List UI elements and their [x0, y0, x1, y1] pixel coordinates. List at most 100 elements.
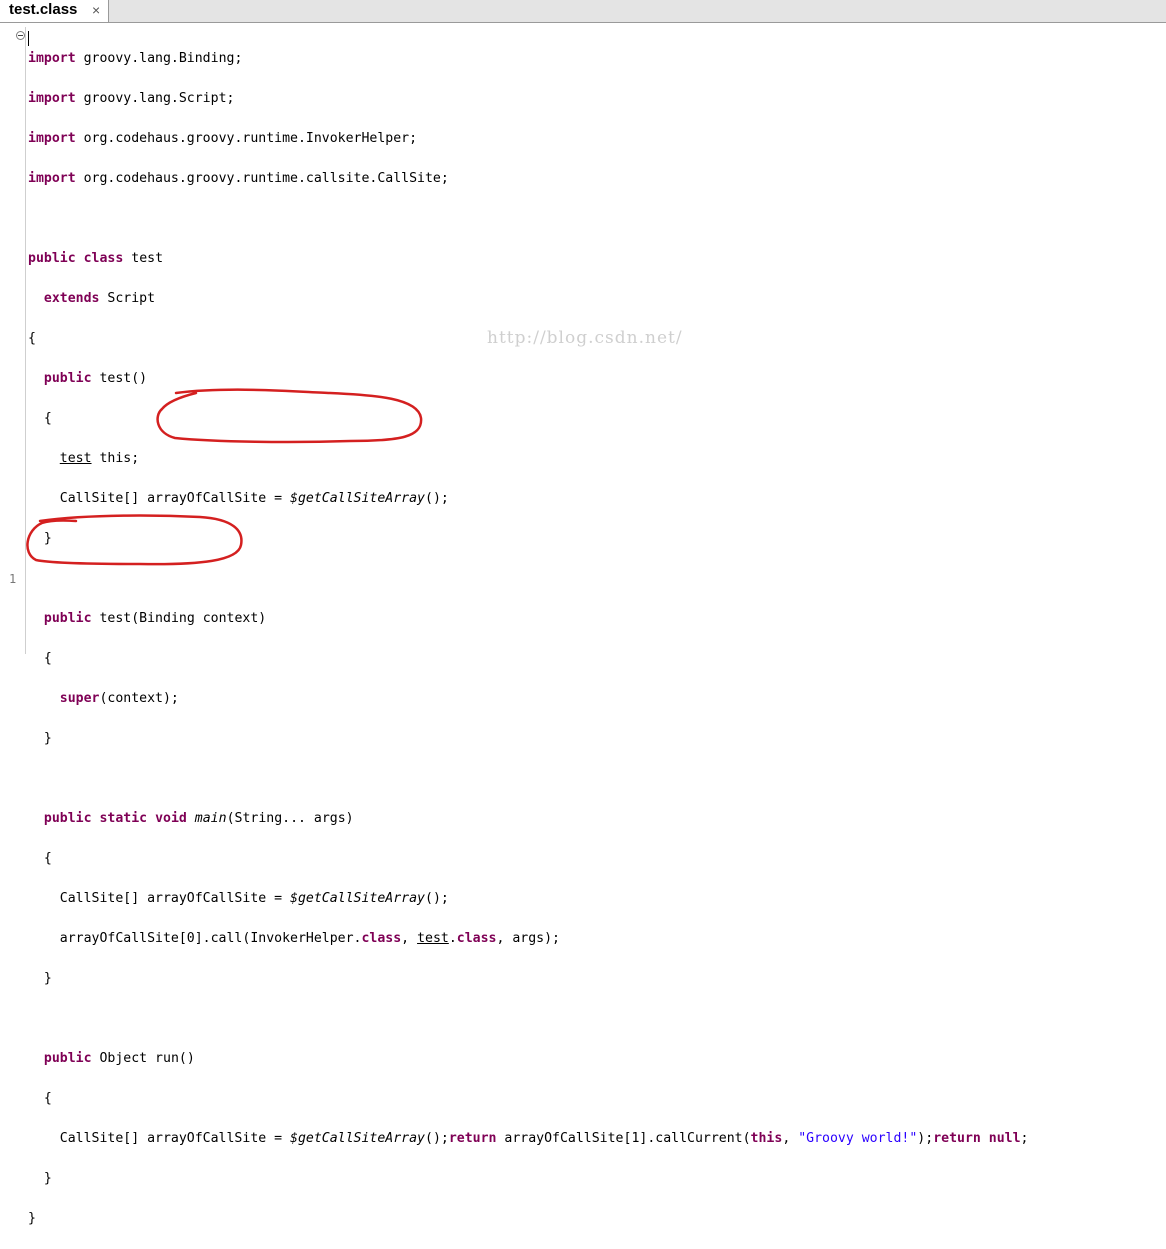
code-token: { — [43, 851, 52, 866]
code-line: public test(Binding context) — [28, 609, 1029, 629]
code-token: void — [155, 811, 187, 826]
code-editor[interactable]: import groovy.lang.Binding; import groov… — [28, 29, 1029, 1249]
code-token: (context); — [99, 691, 179, 706]
code-token: ; — [1020, 1131, 1029, 1146]
code-line: } — [28, 729, 1029, 749]
code-token: CallSite[] arrayOfCallSite = — [59, 1131, 291, 1146]
code-token: (String... args) — [226, 811, 354, 826]
code-token: Script — [107, 291, 156, 306]
editor-gutter — [25, 27, 26, 654]
code-line: } — [28, 529, 1029, 549]
code-token: $getCallSiteArray — [290, 891, 425, 906]
code-line: super(context); — [28, 689, 1029, 709]
code-line: arrayOfCallSite[0].call(InvokerHelper.cl… — [28, 929, 1029, 949]
code-token: ); — [917, 1131, 934, 1146]
code-line: { — [28, 329, 1029, 349]
code-token: this — [750, 1131, 783, 1146]
code-token: , — [401, 931, 418, 946]
code-token: groovy.lang.Binding; — [83, 51, 243, 66]
code-token: org.codehaus.groovy.runtime.InvokerHelpe… — [83, 131, 418, 146]
code-token: "Groovy world!" — [798, 1131, 918, 1146]
code-line: import org.codehaus.groovy.runtime.calls… — [28, 169, 1029, 189]
code-token: class — [456, 931, 497, 946]
code-token: . — [448, 931, 457, 946]
code-token: test — [59, 451, 92, 466]
code-line: test this; — [28, 449, 1029, 469]
code-line: { — [28, 849, 1029, 869]
code-token: extends — [43, 291, 100, 306]
code-line: CallSite[] arrayOfCallSite = $getCallSit… — [28, 889, 1029, 909]
code-token: arrayOfCallSite[1].callCurrent( — [496, 1131, 751, 1146]
code-token: test() — [99, 371, 148, 386]
code-token: test(Binding context) — [99, 611, 267, 626]
code-token: return — [933, 1131, 981, 1146]
code-line: } — [28, 969, 1029, 989]
code-token: org.codehaus.groovy.runtime.callsite.Cal… — [83, 171, 449, 186]
code-token: groovy.lang.Script; — [83, 91, 235, 106]
code-token: $getCallSiteArray — [290, 491, 425, 506]
code-token: { — [43, 411, 52, 426]
code-token: import — [28, 51, 76, 66]
code-token: (); — [425, 1131, 449, 1146]
collapse-icon[interactable] — [16, 31, 25, 40]
code-token: return — [448, 1131, 497, 1146]
code-token: } — [43, 971, 52, 986]
code-line: import org.codehaus.groovy.runtime.Invok… — [28, 129, 1029, 149]
code-token: arrayOfCallSite[0].call(InvokerHelper. — [59, 931, 362, 946]
code-token: } — [28, 1211, 36, 1226]
code-token: class — [361, 931, 402, 946]
line-number: 1 — [9, 572, 17, 586]
code-token: public — [28, 251, 76, 266]
code-token: , args); — [496, 931, 561, 946]
code-token: CallSite[] arrayOfCallSite = — [59, 491, 291, 506]
code-token: test — [131, 251, 164, 266]
code-token: public — [43, 811, 92, 826]
code-token: test — [417, 931, 449, 946]
tab-title: test.class — [9, 1, 78, 18]
code-line: public test() — [28, 369, 1029, 389]
code-token: this; — [99, 451, 140, 466]
code-token: import — [28, 91, 76, 106]
code-token: , — [782, 1131, 799, 1146]
code-line: { — [28, 649, 1029, 669]
code-token: static — [99, 811, 148, 826]
code-line: } — [28, 1169, 1029, 1189]
code-token: CallSite[] arrayOfCallSite = — [59, 891, 291, 906]
code-line: { — [28, 409, 1029, 429]
close-icon[interactable]: × — [92, 1, 100, 19]
code-token: { — [43, 651, 52, 666]
code-token: (); — [425, 491, 449, 506]
code-token: } — [43, 1171, 52, 1186]
code-line: CallSite[] arrayOfCallSite = $getCallSit… — [28, 1129, 1029, 1149]
code-token: } — [43, 531, 52, 546]
code-line: public Object run() — [28, 1049, 1029, 1069]
tab-test-class[interactable]: test.class × — [0, 0, 109, 22]
code-line: public static void main(String... args) — [28, 809, 1029, 829]
code-token: null — [988, 1131, 1021, 1146]
code-token: public — [43, 371, 92, 386]
code-token: { — [28, 331, 36, 346]
code-line: import groovy.lang.Binding; — [28, 49, 1029, 69]
editor-tab-bar: test.class × — [0, 0, 1166, 23]
code-token: super — [59, 691, 100, 706]
code-token: import — [28, 171, 76, 186]
code-token: public — [43, 1051, 92, 1066]
code-token: public — [43, 611, 92, 626]
code-line: } — [28, 1209, 1029, 1229]
code-token: $getCallSiteArray — [290, 1131, 425, 1146]
code-line: CallSite[] arrayOfCallSite = $getCallSit… — [28, 489, 1029, 509]
code-token: class — [83, 251, 124, 266]
code-token: Object run() — [99, 1051, 195, 1066]
code-token: { — [43, 1091, 52, 1106]
code-token: } — [43, 731, 52, 746]
code-line: extends Script — [28, 289, 1029, 309]
code-token: import — [28, 131, 76, 146]
code-line: import groovy.lang.Script; — [28, 89, 1029, 109]
code-token: (); — [425, 891, 449, 906]
code-line: public class test — [28, 249, 1029, 269]
code-token: main — [194, 811, 227, 826]
